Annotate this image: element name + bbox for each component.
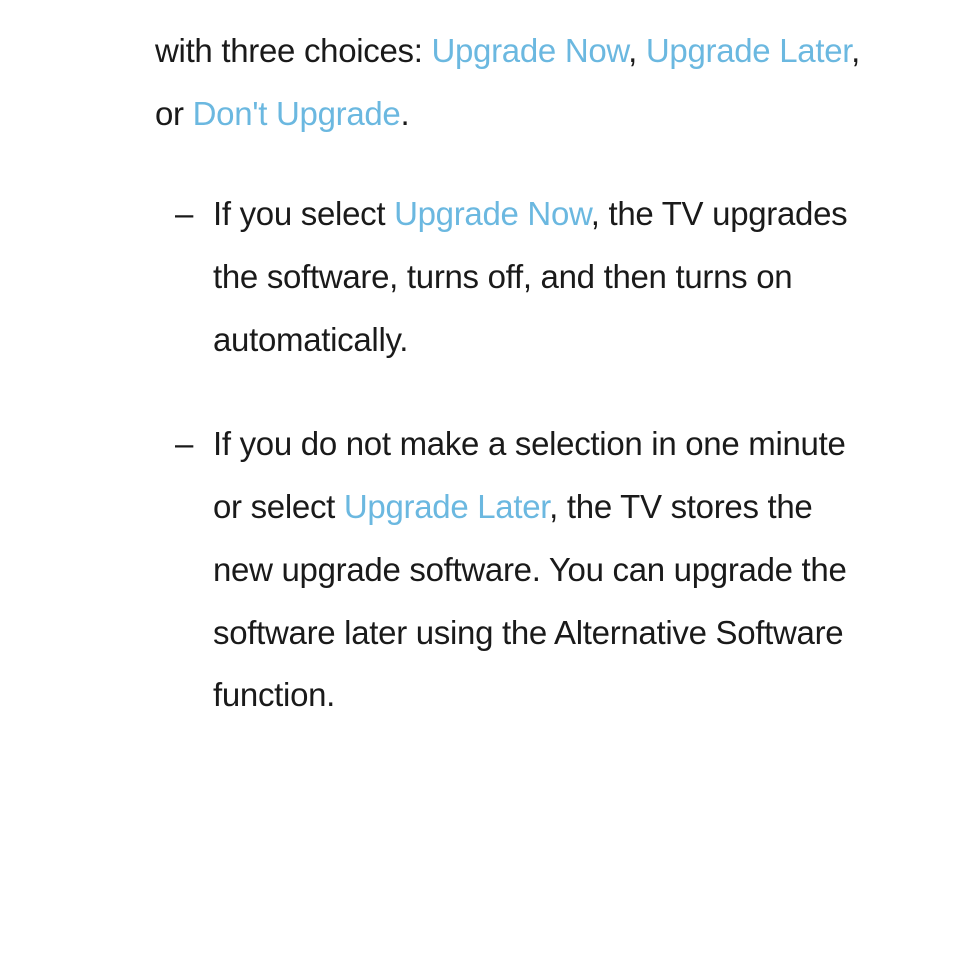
link-upgrade-now-inline[interactable]: Upgrade Now bbox=[394, 195, 591, 232]
intro-text-post: . bbox=[401, 95, 410, 132]
link-upgrade-later-inline[interactable]: Upgrade Later bbox=[344, 488, 549, 525]
bullet-dash-icon: – bbox=[175, 183, 193, 246]
link-dont-upgrade[interactable]: Don't Upgrade bbox=[193, 95, 401, 132]
bullet-dash-icon: – bbox=[175, 413, 193, 476]
intro-sep1: , bbox=[628, 32, 646, 69]
bullet-item-upgrade-later: – If you do not make a selection in one … bbox=[155, 413, 874, 726]
intro-text-pre: with three choices: bbox=[155, 32, 431, 69]
link-upgrade-later[interactable]: Upgrade Later bbox=[646, 32, 851, 69]
bullet-item-upgrade-now: – If you select Upgrade Now, the TV upgr… bbox=[155, 183, 874, 371]
intro-paragraph: with three choices: Upgrade Now, Upgrade… bbox=[155, 20, 874, 145]
link-upgrade-now[interactable]: Upgrade Now bbox=[431, 32, 628, 69]
bullet-text-pre: If you select bbox=[213, 195, 394, 232]
